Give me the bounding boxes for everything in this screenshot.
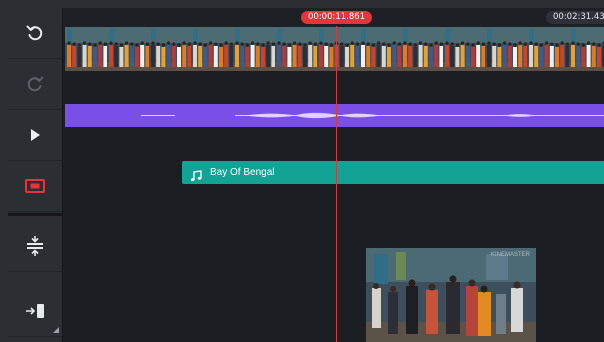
toolbar-divider bbox=[8, 213, 62, 216]
editor-frame: 00:00:11.861 00:02:31.434 Bay Of Bengal bbox=[8, 8, 604, 342]
play-icon bbox=[27, 127, 43, 143]
audio-waveform bbox=[141, 112, 604, 119]
music-note-icon bbox=[190, 167, 202, 181]
redo-button[interactable] bbox=[8, 59, 62, 110]
video-thumbnail bbox=[149, 27, 193, 71]
video-track[interactable] bbox=[65, 27, 604, 71]
screen-icon bbox=[25, 178, 45, 194]
corner-resize-icon bbox=[53, 327, 59, 333]
audio-track[interactable] bbox=[65, 104, 604, 127]
left-toolbar bbox=[8, 8, 63, 342]
video-thumbnail bbox=[107, 27, 151, 71]
total-duration: 00:02:31.434 bbox=[546, 11, 604, 24]
play-button[interactable] bbox=[8, 110, 62, 161]
video-thumbnail bbox=[569, 27, 604, 71]
video-thumbnail bbox=[443, 27, 487, 71]
video-thumbnail bbox=[485, 27, 529, 71]
music-clip-title: Bay Of Bengal bbox=[210, 167, 275, 178]
undo-button[interactable] bbox=[8, 8, 62, 59]
preview-toggle-button[interactable] bbox=[8, 161, 62, 212]
current-timecode: 00:00:11.861 bbox=[301, 11, 373, 24]
video-thumbnail bbox=[527, 27, 571, 71]
music-clip[interactable]: Bay Of Bengal bbox=[182, 161, 604, 184]
video-thumbnail bbox=[275, 27, 319, 71]
arrow-into-panel-icon bbox=[24, 303, 46, 319]
undo-icon bbox=[25, 23, 45, 43]
split-track-button[interactable] bbox=[8, 221, 62, 272]
video-thumbnail bbox=[359, 27, 403, 71]
time-ruler[interactable]: 00:00:11.861 00:02:31.434 bbox=[63, 8, 604, 27]
video-preview[interactable]: KINEMASTER bbox=[366, 248, 536, 342]
video-thumbnail bbox=[317, 27, 361, 71]
video-thumbnail bbox=[191, 27, 235, 71]
redo-icon bbox=[25, 74, 45, 94]
preview-frame-image bbox=[366, 248, 536, 342]
split-icon bbox=[25, 235, 45, 257]
timeline[interactable]: 00:00:11.861 00:02:31.434 Bay Of Bengal bbox=[63, 8, 604, 342]
playhead[interactable] bbox=[336, 26, 337, 342]
export-panel-button[interactable] bbox=[8, 286, 62, 337]
video-thumbnail bbox=[65, 27, 109, 71]
video-thumbnail bbox=[401, 27, 445, 71]
video-thumbnail bbox=[233, 27, 277, 71]
watermark: KINEMASTER bbox=[490, 252, 530, 258]
